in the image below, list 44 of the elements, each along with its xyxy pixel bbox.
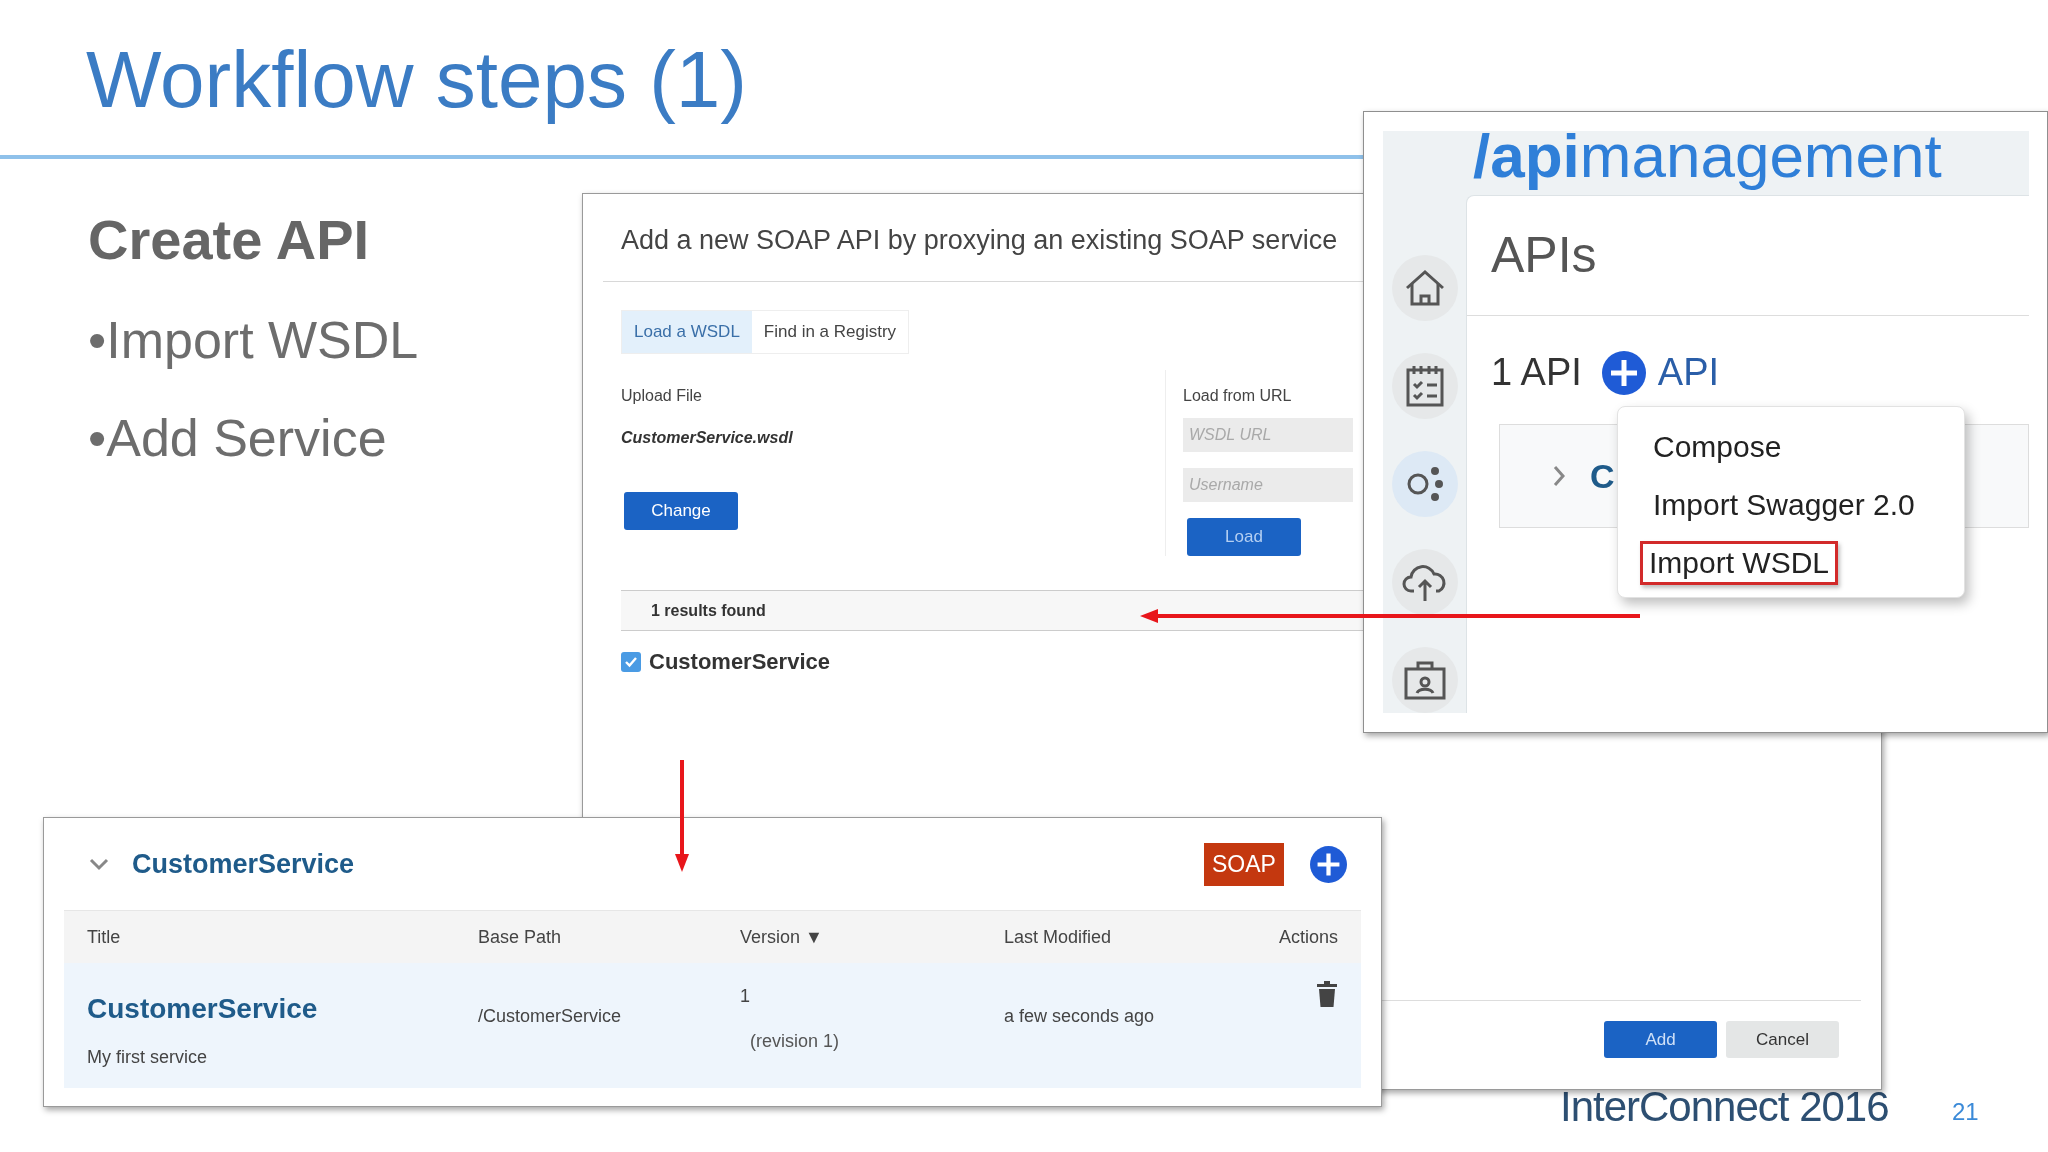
table-cell: a few seconds ago	[1004, 1006, 1155, 1026]
checkbox[interactable]	[621, 651, 641, 672]
field-label: Load from URL	[1183, 386, 1292, 406]
plus-icon	[1601, 350, 1646, 395]
cancel-button[interactable]: Cancel	[1726, 1021, 1839, 1058]
api-count: 1 API	[1491, 350, 1582, 395]
footer-text: InterConnect 2016	[1560, 1086, 1889, 1128]
file-name: CustomerService.wsdl	[621, 428, 793, 448]
field-label: Upload File	[621, 386, 702, 406]
page-number: 21	[1952, 1100, 1979, 1124]
dialog-title: Add a new SOAP API by proxying an existing SOAP service	[621, 224, 1338, 257]
menu-item[interactable]: Compose	[1650, 425, 1785, 469]
change-button[interactable]: Change	[624, 492, 738, 530]
column-header: Last Modified	[1004, 925, 1113, 949]
checklist-icon	[1404, 364, 1445, 408]
slide-heading: Create API	[88, 212, 371, 268]
chevron-down-icon[interactable]	[88, 857, 110, 871]
service-title[interactable]: CustomerService	[87, 988, 478, 1030]
bullet-text: •Add Service	[88, 412, 388, 464]
briefcase-icon	[1402, 660, 1447, 700]
chevron-right-icon	[1552, 464, 1566, 488]
menu-item[interactable]: Import Swagger 2.0	[1650, 483, 1918, 527]
menu-item[interactable]: Import WSDL	[1640, 541, 1839, 585]
service-name: CustomerService	[132, 847, 355, 881]
soap-badge: SOAP	[1204, 842, 1284, 886]
column-header: Title	[87, 925, 122, 949]
url-field[interactable]: WSDL URL	[1183, 418, 1353, 452]
api-name: C	[1590, 459, 1615, 493]
table-cell-text: 1	[740, 985, 750, 1008]
column-header: Version ▼	[740, 925, 824, 949]
add-button[interactable]: Add	[1604, 1021, 1717, 1058]
plus-icon[interactable]	[1310, 845, 1347, 883]
trash-icon[interactable]	[1316, 981, 1338, 1007]
column-header: Actions	[1278, 925, 1338, 949]
table-cell: /CustomerService	[478, 1006, 622, 1026]
table-cell-text: (revision 1)	[750, 1030, 840, 1053]
username-field[interactable]: Username	[1183, 468, 1353, 502]
result-label: CustomerService	[649, 648, 830, 676]
add-api-button[interactable]: API	[1601, 344, 1720, 401]
column-header: Base Path	[478, 925, 563, 949]
results-text: 1 results found	[651, 600, 766, 621]
service-description: My first service	[87, 1046, 208, 1069]
tab[interactable]: Load a WSDL	[622, 311, 752, 353]
page-heading: APIs	[1491, 226, 1597, 285]
